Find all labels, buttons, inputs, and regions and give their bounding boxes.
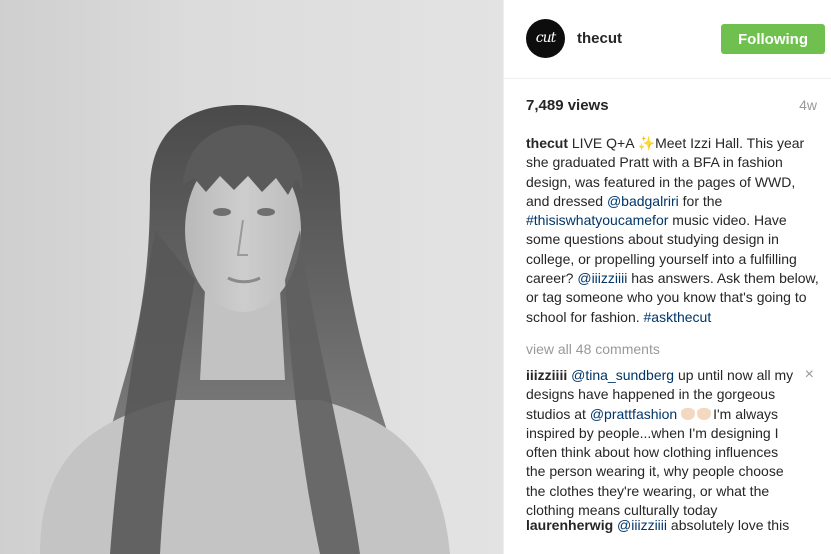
- comment: iiizziiii @tina_sundberg up until now al…: [526, 366, 796, 520]
- clapping-hands-icon: [697, 407, 712, 420]
- view-count: 7,489 views: [526, 97, 609, 114]
- post-sidebar: cut thecut Following 7,489 views 4w thec…: [503, 0, 831, 554]
- mention-link[interactable]: @iiizziiii: [617, 517, 667, 533]
- comment-author[interactable]: laurenherwig: [526, 517, 613, 533]
- portrait-image: [40, 105, 450, 554]
- caption: thecut LIVE Q+A ✨Meet Izzi Hall. This ye…: [526, 134, 822, 327]
- comment-author[interactable]: iiizziiii: [526, 367, 567, 383]
- sparkles-icon: ✨: [637, 135, 656, 151]
- avatar[interactable]: cut: [526, 19, 565, 58]
- post-photo[interactable]: [0, 0, 503, 554]
- post-header: cut thecut Following: [504, 0, 831, 79]
- instagram-post: cut thecut Following 7,489 views 4w thec…: [0, 0, 831, 554]
- mention-link[interactable]: @badgalriri: [607, 193, 679, 209]
- avatar-logo-text: cut: [535, 30, 556, 46]
- view-all-comments-link[interactable]: view all 48 comments: [526, 341, 660, 357]
- hashtag-link[interactable]: #thisiswhatyoucamefor: [526, 212, 668, 228]
- comment: laurenherwig @iiizziiii absolutely love …: [526, 516, 822, 535]
- hashtag-link[interactable]: #askthecut: [644, 309, 712, 325]
- following-button[interactable]: Following: [721, 24, 825, 54]
- caption-text: LIVE Q+A: [568, 135, 638, 151]
- caption-author[interactable]: thecut: [526, 135, 568, 151]
- caption-text: for the: [678, 192, 723, 209]
- mention-link[interactable]: @iiizziiii: [577, 270, 627, 286]
- comment-text: absolutely love this: [667, 517, 790, 533]
- mention-link[interactable]: @tina_sundberg: [571, 367, 674, 383]
- clapping-hands-icon: [681, 407, 696, 420]
- username-link[interactable]: thecut: [577, 30, 622, 47]
- mention-link[interactable]: @prattfashion: [590, 406, 677, 422]
- post-age[interactable]: 4w: [799, 97, 817, 113]
- comment-text: I'm always inspired by people...when I'm…: [526, 405, 784, 519]
- close-icon[interactable]: ×: [805, 366, 814, 384]
